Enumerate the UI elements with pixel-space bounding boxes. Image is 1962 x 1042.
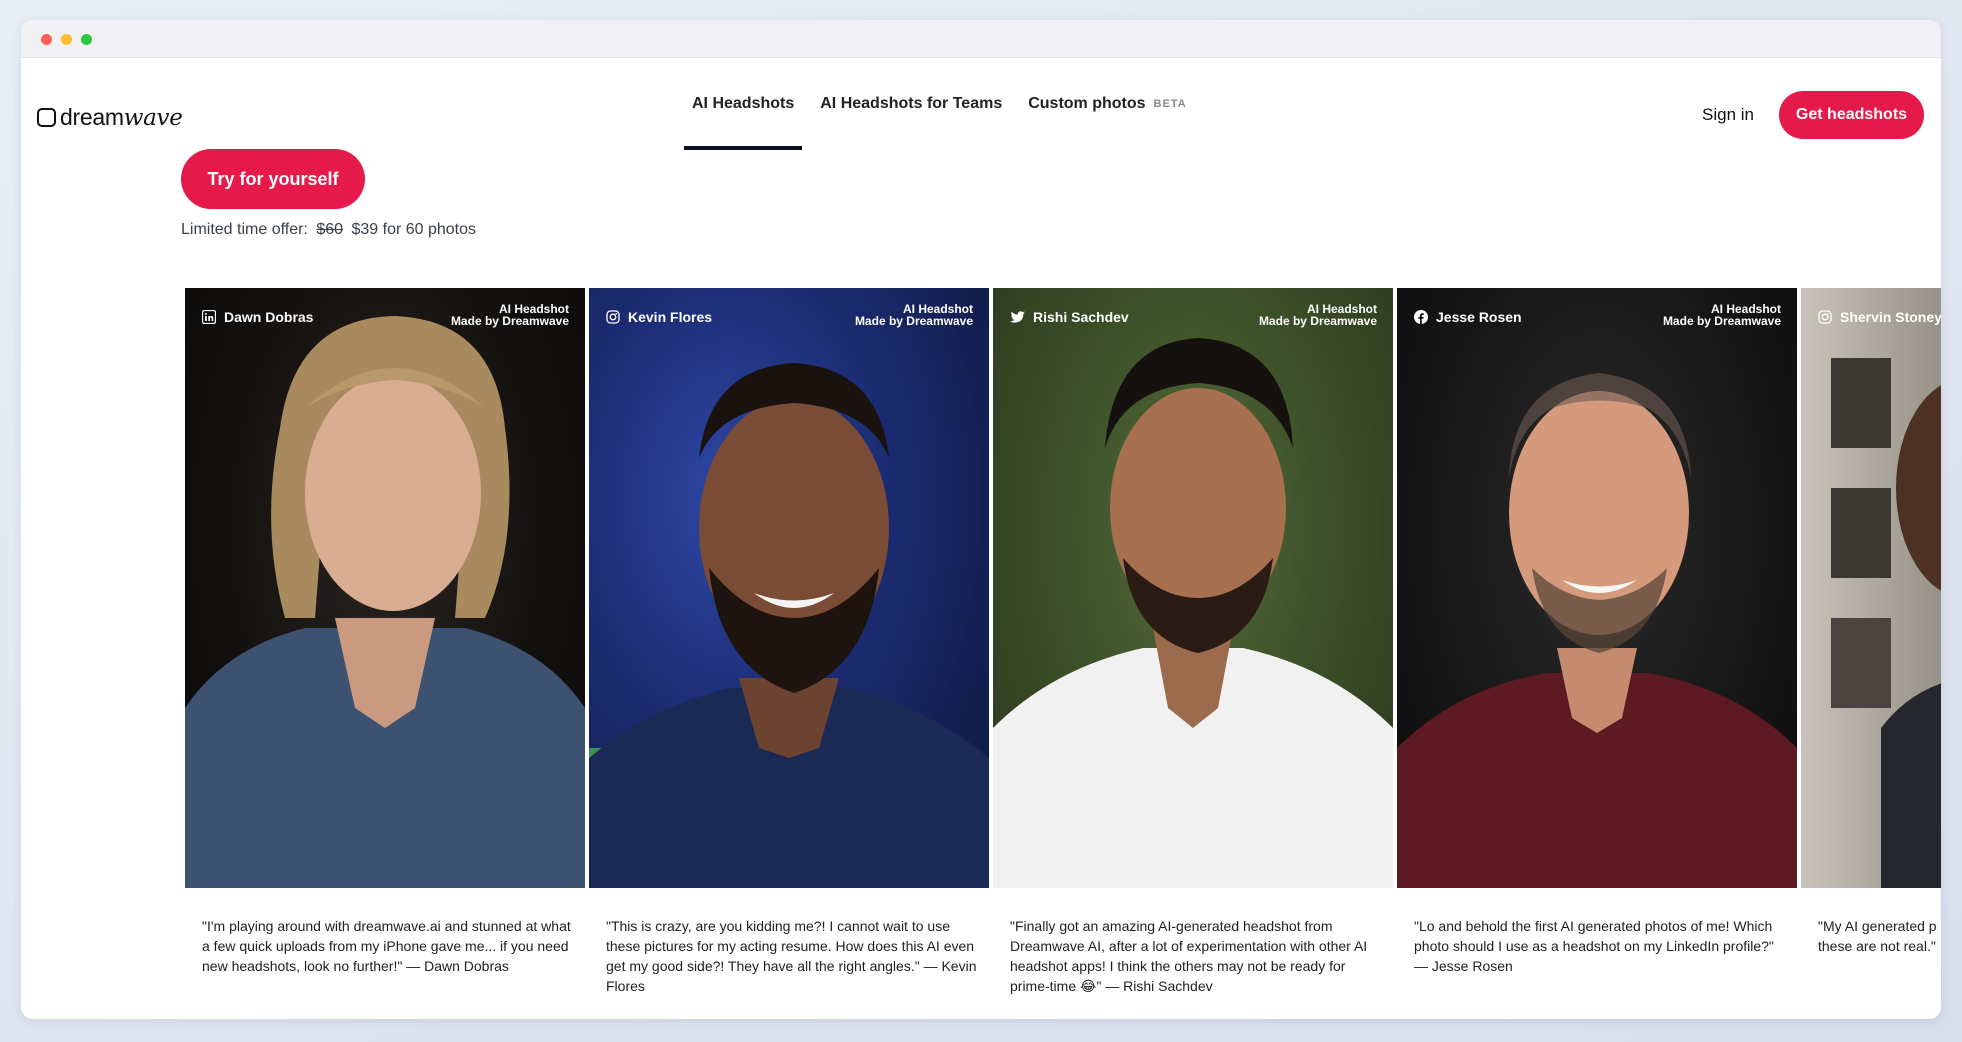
headshot-photo: Shervin Stoney [1801, 288, 1941, 888]
twitter-icon [1010, 310, 1025, 323]
ai-headshot-tag: AI Headshot Made by Dreamwave [855, 303, 973, 327]
tag-line-2: Made by Dreamwave [1662, 314, 1781, 328]
ai-headshot-tag: AI Headshot Made by Dreamwave [1259, 303, 1377, 327]
headshot-photo: Kevin Flores AI Headshot Made by Dreamwa… [589, 288, 989, 888]
tag-line-2: Made by Dreamwave [854, 314, 973, 328]
testimonial-quote: "Lo and behold the first AI generated ph… [1414, 918, 1774, 974]
headshot-photo: Rishi Sachdev AI Headshot Made by Dreamw… [993, 288, 1393, 888]
ai-headshot-tag: AI Headshot Made by Dreamwave [451, 303, 569, 327]
ai-headshot-tag: AI Headshot Made by Dreamwave [1663, 303, 1781, 327]
get-headshots-button[interactable]: Get headshots [1779, 91, 1924, 139]
headshot-photo: Jesse Rosen AI Headshot Made by Dreamwav… [1397, 288, 1797, 888]
testimonial-name: Rishi Sachdev [1033, 309, 1129, 325]
logo-text-part1: dream [60, 104, 124, 130]
minimize-window-button[interactable] [61, 34, 72, 45]
testimonial-card[interactable]: Shervin Stoney "My AI generated p these … [1801, 288, 1941, 1018]
testimonial-quote: "I'm playing around with dreamwave.ai an… [202, 918, 571, 974]
testimonial-quote: "My AI generated p these are not real." [1818, 918, 1937, 954]
testimonial-name: Dawn Dobras [224, 309, 314, 325]
testimonial-card[interactable]: Jesse Rosen AI Headshot Made by Dreamwav… [1397, 288, 1797, 1018]
try-for-yourself-button[interactable]: Try for yourself [181, 149, 365, 209]
logo-text: dreamwave [60, 104, 183, 131]
offer-text: Limited time offer: $60 $39 for 60 photo… [181, 221, 476, 239]
headshot-photo: Dawn Dobras AI Headshot Made by Dreamwav… [185, 288, 585, 888]
testimonial-source: Kevin Flores [606, 309, 712, 325]
testimonial-source: Rishi Sachdev [1010, 309, 1129, 325]
testimonial-source: Jesse Rosen [1414, 309, 1522, 325]
portrait-illustration [589, 363, 989, 888]
nav-link-custom-photos[interactable]: Custom photos BETA [1020, 58, 1194, 150]
testimonial-quote: "This is crazy, are you kidding me?! I c… [606, 918, 977, 994]
testimonial-name: Jesse Rosen [1436, 309, 1522, 325]
instagram-icon [1818, 310, 1832, 324]
title-bar [21, 20, 1941, 58]
beta-badge: BETA [1153, 98, 1187, 110]
nav-link-label: AI Headshots [692, 95, 795, 112]
tag-line-2: Made by Dreamwave [1258, 314, 1377, 328]
portrait-illustration [1397, 373, 1797, 888]
testimonial-source: Shervin Stoney [1818, 309, 1941, 325]
portrait-illustration [1831, 358, 1941, 888]
instagram-icon [606, 310, 620, 324]
nav-links: AI Headshots AI Headshots for Teams Cust… [684, 58, 1205, 150]
testimonial-quote: "Finally got an amazing AI-generated hea… [1010, 918, 1368, 994]
testimonial-name: Kevin Flores [628, 309, 713, 325]
maximize-window-button[interactable] [81, 34, 92, 45]
linkedin-icon [202, 310, 216, 324]
browser-window: dreamwave AI Headshots AI Headshots for … [21, 20, 1941, 1019]
offer-prefix: Limited time offer: [181, 221, 308, 238]
logo[interactable]: dreamwave [37, 104, 183, 131]
logo-text-part2: wave [123, 105, 183, 131]
portrait-illustration [185, 316, 585, 888]
close-window-button[interactable] [41, 34, 52, 45]
nav-link-ai-headshots[interactable]: AI Headshots [684, 58, 803, 150]
tag-line-2: Made by Dreamwave [450, 314, 569, 328]
portrait-illustration [993, 338, 1393, 888]
nav-link-label: AI Headshots for Teams [820, 95, 1003, 112]
nav-link-ai-headshots-teams[interactable]: AI Headshots for Teams [812, 58, 1010, 150]
logo-mark-icon [37, 108, 56, 127]
new-price: $39 for 60 photos [351, 221, 477, 238]
testimonial-card[interactable]: Rishi Sachdev AI Headshot Made by Dreamw… [993, 288, 1393, 1018]
top-navigation: dreamwave AI Headshots AI Headshots for … [21, 58, 1941, 150]
testimonial-card[interactable]: Dawn Dobras AI Headshot Made by Dreamwav… [185, 288, 585, 1018]
testimonial-name: Shervin Stoney [1840, 309, 1941, 325]
testimonial-source: Dawn Dobras [202, 309, 313, 325]
facebook-icon [1414, 310, 1428, 324]
sign-in-link[interactable]: Sign in [1702, 105, 1754, 125]
testimonial-card[interactable]: Kevin Flores AI Headshot Made by Dreamwa… [589, 288, 989, 1018]
nav-link-label: Custom photos [1028, 95, 1146, 112]
old-price: $60 [316, 221, 344, 238]
